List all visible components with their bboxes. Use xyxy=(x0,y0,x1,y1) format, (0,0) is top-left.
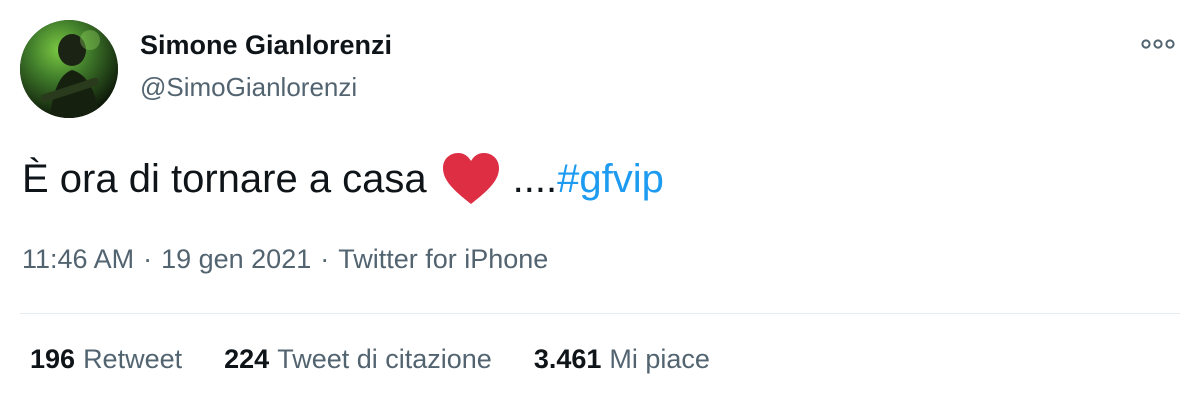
likes-count: 3.461 xyxy=(533,344,602,374)
retweets-count: 196 xyxy=(30,344,76,374)
more-options-icon[interactable] xyxy=(1140,36,1176,52)
red-heart-emoji xyxy=(441,152,501,206)
likes-stat[interactable]: 3.461 Mi piace xyxy=(534,344,710,375)
quote-tweets-label: Tweet di citazione xyxy=(277,344,492,374)
author-handle[interactable]: @SimoGianlorenzi xyxy=(140,72,357,103)
tweet-text: È ora di tornare a casa .... #gfvip xyxy=(22,152,664,206)
quote-tweets-stat[interactable]: 224 Tweet di citazione xyxy=(224,344,492,375)
meta-separator: · xyxy=(320,244,330,274)
divider xyxy=(20,313,1180,314)
tweet-text-ellipsis: .... xyxy=(512,156,558,201)
quote-tweets-count: 224 xyxy=(224,344,270,374)
tweet-date[interactable]: 19 gen 2021 xyxy=(161,244,311,274)
author-name[interactable]: Simone Gianlorenzi xyxy=(140,30,392,61)
tweet-metadata: 11:46 AM · 19 gen 2021 · Twitter for iPhone xyxy=(22,244,548,275)
tweet-text-main: È ora di tornare a casa xyxy=(22,156,427,201)
retweets-stat[interactable]: 196 Retweet xyxy=(30,344,182,375)
tweet-source[interactable]: Twitter for iPhone xyxy=(338,244,548,274)
engagement-stats: 196 Retweet 224 Tweet di citazione 3.461 Mi… xyxy=(30,344,752,375)
likes-label: Mi piace xyxy=(609,344,710,374)
tweet-card: Simone Gianlorenzi @SimoGianlorenzi È or… xyxy=(0,0,1200,412)
hashtag-link[interactable]: #gfvip xyxy=(557,157,664,202)
meta-separator: · xyxy=(143,244,153,274)
tweet-time[interactable]: 11:46 AM xyxy=(22,244,134,274)
avatar[interactable] xyxy=(20,20,118,118)
retweets-label: Retweet xyxy=(83,344,183,374)
